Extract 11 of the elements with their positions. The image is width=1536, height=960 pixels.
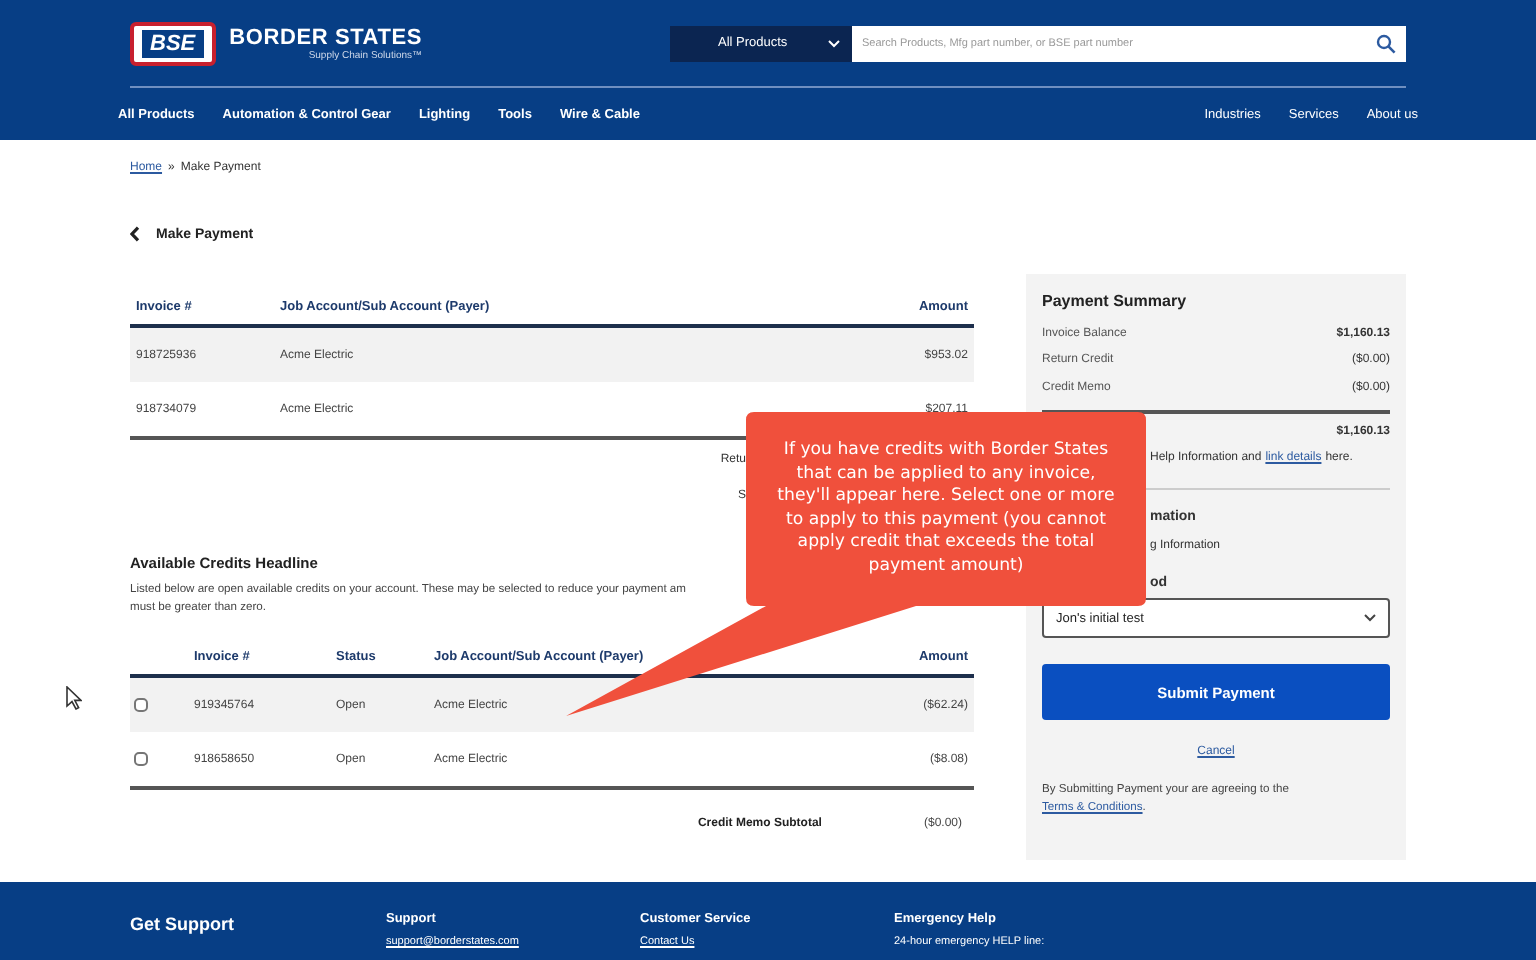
search-icon[interactable] bbox=[1376, 33, 1396, 53]
logo-name: BORDER STATES bbox=[229, 25, 423, 49]
row-checkbox[interactable] bbox=[134, 752, 148, 766]
cursor-icon bbox=[66, 686, 82, 710]
row-checkbox[interactable] bbox=[134, 698, 148, 712]
footer-heading: Get Support bbox=[130, 914, 236, 934]
summary-title: Payment Summary bbox=[1042, 292, 1189, 314]
callout-text: If you have credits with Border States that can be applied to any invoice, they'll appear here. Select one or more to apply to this payment (you cannot apply credit that exceeds the total payment amount) bbox=[775, 438, 1117, 579]
chevron-down-icon bbox=[1364, 614, 1376, 622]
logo-mark[interactable]: BSE bbox=[130, 21, 216, 65]
chevron-down-icon bbox=[828, 39, 840, 47]
